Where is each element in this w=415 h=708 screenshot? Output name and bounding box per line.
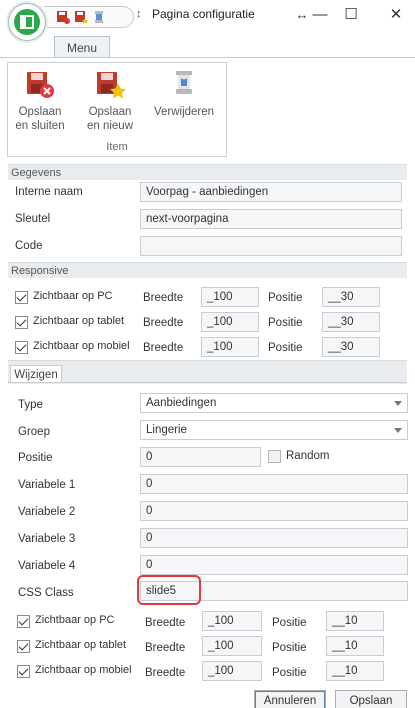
- positie-field[interactable]: 0: [140, 447, 261, 467]
- wijzigen-pc-positie-label: Positie: [272, 617, 307, 629]
- ribbon-divider: [0, 57, 415, 58]
- wijzigen-pc-checkbox[interactable]: [17, 615, 30, 628]
- delete-button[interactable]: Verwijderen: [150, 67, 218, 139]
- tab-wijzigen[interactable]: Wijzigen: [10, 365, 62, 383]
- responsive-tablet-breedte-label: Breedte: [143, 317, 184, 329]
- variabele3-label: Variabele 3: [18, 533, 76, 545]
- save-close-label-1: Opslaan: [18, 106, 62, 118]
- variabele4-field[interactable]: 0: [140, 555, 408, 575]
- window-title: Pagina configuratie: [152, 7, 255, 21]
- type-select[interactable]: Aanbiedingen: [140, 393, 408, 413]
- responsive-mobiel-breedte-field[interactable]: _100: [201, 337, 259, 357]
- wijzigen-pc-breedte-label: Breedte: [145, 617, 186, 629]
- responsive-tablet-positie-field[interactable]: __30: [322, 312, 380, 332]
- tab-divider: [8, 382, 407, 383]
- delete-label: Verwijderen: [153, 106, 215, 118]
- interne-naam-label: Interne naam: [15, 186, 83, 198]
- wijzigen-tablet-label: Zichtbaar op tablet: [35, 639, 127, 651]
- variabele3-field[interactable]: 0: [140, 528, 408, 548]
- responsive-mobiel-label: Zichtbaar op mobiel: [33, 340, 130, 352]
- save-new-icon: [94, 69, 126, 99]
- responsive-pc-positie-field[interactable]: __30: [322, 287, 380, 307]
- responsive-pc-checkbox[interactable]: [15, 291, 28, 304]
- ribbon-group-label: Item: [106, 141, 128, 153]
- wijzigen-pc-positie-field[interactable]: __10: [326, 611, 384, 631]
- section-gegevens-header: Gegevens: [8, 164, 407, 180]
- wijzigen-tablet-breedte-field[interactable]: _100: [202, 636, 262, 656]
- wijzigen-mobiel-breedte-field[interactable]: _100: [202, 661, 262, 681]
- wijzigen-mobiel-positie-field[interactable]: __10: [326, 661, 384, 681]
- sleutel-field[interactable]: next-voorpagina: [140, 209, 402, 229]
- chevron-down-icon: [394, 401, 402, 406]
- cancel-button[interactable]: Annuleren: [254, 690, 326, 708]
- variabele4-label: Variabele 4: [18, 560, 76, 572]
- save-close-icon: [24, 69, 56, 99]
- save-button[interactable]: Opslaan: [335, 690, 407, 708]
- qat-delete-icon[interactable]: [92, 10, 106, 24]
- responsive-mobiel-positie-field[interactable]: __30: [322, 337, 380, 357]
- wijzigen-mobiel-checkbox[interactable]: [17, 665, 30, 678]
- wijzigen-mobiel-label: Zichtbaar op mobiel: [35, 664, 132, 676]
- save-close-label-2: en sluiten: [15, 120, 65, 132]
- ribbon-group-item: Opslaan en sluiten Opslaan en nieuw Verw…: [7, 62, 227, 157]
- responsive-mobiel-breedte-label: Breedte: [143, 342, 184, 354]
- delete-icon: [168, 69, 200, 99]
- css-class-highlight: [137, 575, 201, 605]
- groep-select-value: Lingerie: [146, 424, 187, 436]
- save-close-button[interactable]: Opslaan en sluiten: [10, 67, 70, 139]
- type-label: Type: [18, 399, 43, 411]
- app-logo-icon: [14, 9, 40, 35]
- responsive-pc-positie-label: Positie: [268, 292, 303, 304]
- title-bar: ↕ Pagina configuratie ↔ — ☐ ✕: [0, 0, 415, 32]
- random-checkbox[interactable]: [268, 450, 281, 463]
- responsive-mobiel-checkbox[interactable]: [15, 341, 28, 354]
- variabele1-field[interactable]: 0: [140, 474, 408, 494]
- interne-naam-field[interactable]: Voorpag - aanbiedingen: [140, 182, 402, 202]
- wijzigen-mobiel-positie-label: Positie: [272, 667, 307, 679]
- quick-access-toolbar: [44, 6, 134, 28]
- groep-label: Groep: [18, 426, 50, 438]
- responsive-tablet-checkbox[interactable]: [15, 316, 28, 329]
- qat-save-new-icon[interactable]: [74, 10, 88, 24]
- variabele2-label: Variabele 2: [18, 506, 76, 518]
- css-class-label: CSS Class: [18, 587, 74, 599]
- code-label: Code: [15, 240, 43, 252]
- variabele1-label: Variabele 1: [18, 479, 76, 491]
- wijzigen-tablet-positie-label: Positie: [272, 642, 307, 654]
- wijzigen-pc-breedte-field[interactable]: _100: [202, 611, 262, 631]
- responsive-tablet-breedte-field[interactable]: _100: [201, 312, 259, 332]
- responsive-pc-breedte-field[interactable]: _100: [201, 287, 259, 307]
- variabele2-field[interactable]: 0: [140, 501, 408, 521]
- sleutel-label: Sleutel: [15, 213, 51, 225]
- responsive-pc-breedte-label: Breedte: [143, 292, 184, 304]
- wijzigen-tablet-breedte-label: Breedte: [145, 642, 186, 654]
- responsive-tablet-label: Zichtbaar op tablet: [33, 315, 125, 327]
- chevron-down-icon: [394, 428, 402, 433]
- positie-label: Positie: [18, 452, 53, 464]
- save-new-button[interactable]: Opslaan en nieuw: [80, 67, 140, 139]
- type-select-value: Aanbiedingen: [146, 397, 217, 409]
- responsive-mobiel-positie-label: Positie: [268, 342, 303, 354]
- code-field[interactable]: [140, 236, 402, 256]
- responsive-tablet-positie-label: Positie: [268, 317, 303, 329]
- random-label: Random: [286, 450, 330, 462]
- section-responsive-header: Responsive: [8, 262, 407, 278]
- app-menu-button[interactable]: [8, 3, 46, 41]
- tab-menu[interactable]: Menu: [54, 36, 110, 58]
- responsive-pc-label: Zichtbaar op PC: [33, 290, 113, 302]
- save-new-label-1: Opslaan: [88, 106, 132, 118]
- maximize-button[interactable]: ☐: [337, 4, 365, 26]
- save-new-label-2: en nieuw: [86, 120, 134, 132]
- close-button[interactable]: ✕: [382, 4, 410, 26]
- wijzigen-pc-label: Zichtbaar op PC: [35, 614, 115, 626]
- qat-customize-icon[interactable]: ↕: [136, 8, 142, 20]
- qat-save-close-icon[interactable]: [56, 10, 70, 24]
- groep-select[interactable]: Lingerie: [140, 420, 408, 440]
- wijzigen-tabstrip: [8, 360, 407, 384]
- wijzigen-mobiel-breedte-label: Breedte: [145, 667, 186, 679]
- minimize-button[interactable]: —: [306, 4, 334, 26]
- wijzigen-tablet-positie-field[interactable]: __10: [326, 636, 384, 656]
- wijzigen-tablet-checkbox[interactable]: [17, 640, 30, 653]
